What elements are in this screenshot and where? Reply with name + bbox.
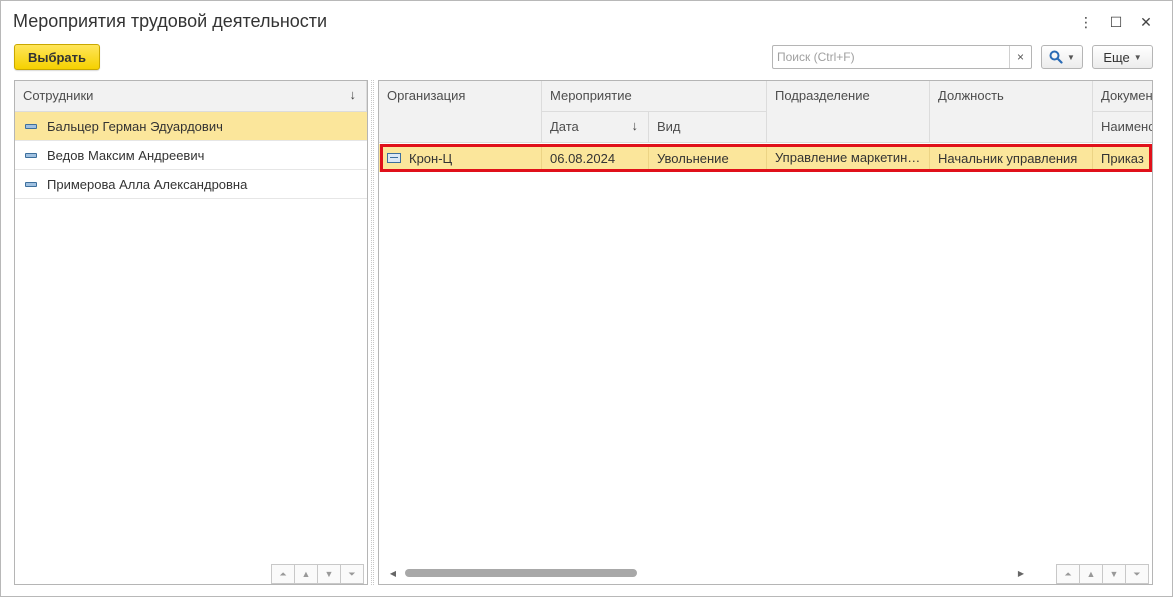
first-row-icon[interactable]: ⏶ [1056,564,1080,584]
search-input[interactable] [773,46,1009,68]
last-row-icon[interactable]: ⏷ [1125,564,1149,584]
panel-splitter[interactable] [371,80,374,585]
organization-icon [387,153,401,163]
scroll-thumb[interactable] [405,569,637,577]
dialog-window: Мероприятия трудовой деятельности ⋮ ☐ ✕ … [0,0,1173,597]
more-button-label: Еще [1103,49,1130,65]
cell-document-name: Приказ [1101,150,1144,166]
search-button[interactable]: ▼ [1041,45,1083,69]
column-header-document-name[interactable]: Наименс [1093,112,1152,143]
close-icon[interactable]: ✕ [1134,11,1158,33]
maximize-icon[interactable]: ☐ [1104,11,1128,33]
column-header-event: Мероприятие [542,81,767,112]
first-row-icon[interactable]: ⏶ [271,564,295,584]
table-navigation: ⏶ ▲ ▼ ⏷ [271,564,364,584]
column-header-organization[interactable]: Организация [379,81,542,143]
cell-position: Начальник управления [930,144,1093,172]
column-header-type[interactable]: Вид [649,112,767,143]
chevron-down-icon: ▼ [1067,52,1075,62]
chevron-down-icon: ▼ [1133,52,1142,62]
employees-table: Сотрудники ↓ Бальцер Герман Эдуардович В… [14,80,368,585]
table-navigation: ⏶ ▲ ▼ ⏷ [1056,564,1149,584]
search-icon [1049,50,1063,64]
window-controls: ⋮ ☐ ✕ [1074,11,1158,33]
column-header-position[interactable]: Должность [930,81,1093,143]
more-actions-icon[interactable]: ⋮ [1074,11,1098,33]
column-header-document: Докумен [1093,81,1152,112]
window-title: Мероприятия трудовой деятельности [13,11,328,31]
employee-name: Ведов Максим Андреевич [47,147,205,163]
employee-icon [25,123,37,129]
column-header-department[interactable]: Подразделение [767,81,930,143]
clear-search-icon[interactable]: × [1009,46,1031,68]
column-header-date[interactable]: Дата ↓ [542,112,649,143]
next-row-icon[interactable]: ▼ [1102,564,1126,584]
employee-name: Бальцер Герман Эдуардович [47,118,223,134]
previous-row-icon[interactable]: ▲ [294,564,318,584]
previous-row-icon[interactable]: ▲ [1079,564,1103,584]
cell-type: Увольнение [649,144,767,172]
employee-icon [25,152,37,158]
scroll-right-icon[interactable]: ▶ [1015,569,1027,578]
sort-descending-icon: ↓ [631,118,639,133]
table-row[interactable]: Ведов Максим Андреевич [15,141,367,170]
last-row-icon[interactable]: ⏷ [340,564,364,584]
more-button[interactable]: Еще ▼ [1092,45,1153,69]
scroll-track[interactable] [403,569,1011,577]
table-row[interactable]: Примерова Алла Александровна [15,170,367,199]
scroll-left-icon[interactable]: ◀ [387,569,399,578]
employee-icon [25,181,37,187]
cell-department: Управление маркетин… [767,144,930,172]
select-button[interactable]: Выбрать [14,44,100,70]
cell-organization: Крон-Ц [379,144,542,172]
table-row[interactable]: Крон-Ц 06.08.2024 Увольнение Управление … [379,144,1152,172]
cell-date: 06.08.2024 [542,144,649,172]
horizontal-scrollbar[interactable]: ◀ ▶ [387,567,1027,579]
events-table: Организация Мероприятие Дата ↓ Вид Подра… [378,80,1153,585]
search-field: × [772,45,1032,69]
employee-name: Примерова Алла Александровна [47,176,248,192]
sort-descending-icon: ↓ [349,87,357,102]
next-row-icon[interactable]: ▼ [317,564,341,584]
table-row[interactable]: Бальцер Герман Эдуардович [15,112,367,141]
column-header-employees[interactable]: Сотрудники ↓ [15,81,367,112]
